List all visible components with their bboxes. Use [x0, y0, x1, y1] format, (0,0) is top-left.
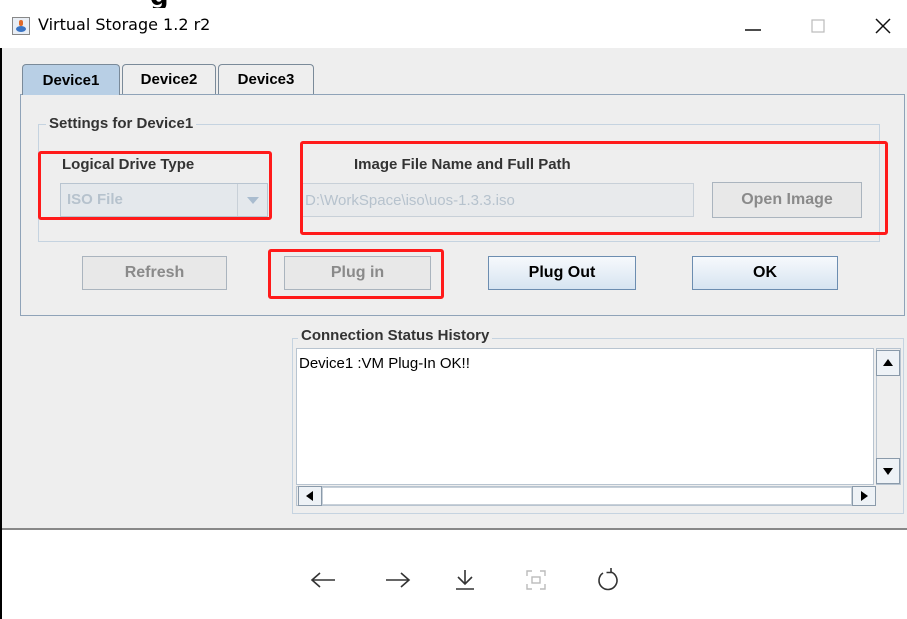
fit-screen-icon[interactable] [518, 562, 554, 598]
status-history-title: Connection Status History [298, 327, 493, 344]
scroll-down-icon[interactable] [876, 458, 900, 484]
status-line: Device1 :VM Plug-In OK!! [299, 355, 470, 372]
scroll-up-icon[interactable] [876, 350, 900, 376]
window-title: Virtual Storage 1.2 r2 [38, 15, 211, 34]
horizontal-scroll-thumb[interactable] [322, 487, 852, 505]
settings-group-title: Settings for Device1 [46, 115, 197, 132]
arrow-left-icon[interactable] [305, 562, 341, 598]
refresh-button[interactable]: Refresh [82, 256, 227, 290]
status-history-textarea[interactable]: Device1 :VM Plug-In OK!! [296, 348, 874, 485]
arrow-right-icon[interactable] [380, 562, 416, 598]
scroll-right-icon[interactable] [852, 486, 876, 506]
minimize-icon [745, 29, 761, 31]
maximize-icon [811, 19, 825, 33]
java-app-icon [12, 17, 30, 35]
tab-device3[interactable]: Device3 [218, 64, 314, 94]
scroll-left-icon[interactable] [298, 486, 322, 506]
download-icon[interactable] [447, 562, 483, 598]
tab-device2[interactable]: Device2 [122, 64, 216, 94]
minimize-button[interactable] [730, 10, 776, 42]
scroll-corner [876, 486, 901, 506]
annotation-box-plug-in [268, 249, 444, 299]
tab-device1[interactable]: Device1 [22, 64, 120, 95]
rotate-icon[interactable] [590, 562, 626, 598]
close-button[interactable] [860, 10, 906, 42]
divider [2, 528, 907, 536]
maximize-button[interactable] [795, 10, 841, 42]
annotation-box-drive-type [38, 151, 272, 220]
plug-out-button[interactable]: Plug Out [488, 256, 636, 290]
ok-button[interactable]: OK [692, 256, 838, 290]
annotation-box-image-path [300, 141, 888, 235]
close-icon [875, 18, 891, 34]
